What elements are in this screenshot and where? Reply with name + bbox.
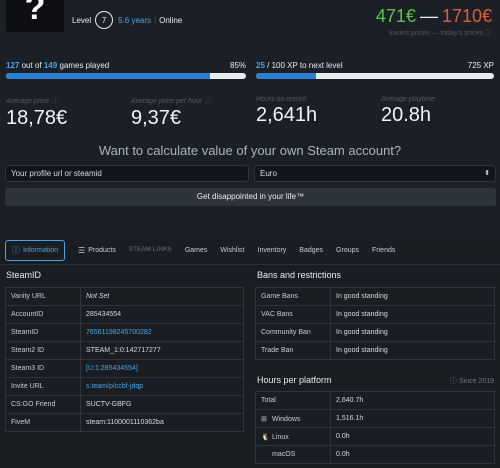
table-row: VAC Bans In good standing [255,305,495,324]
stat-hours-on-record: Hours on record 2,641h [256,96,318,126]
tab-badges[interactable]: Badges [299,247,323,254]
currency-select[interactable]: Euro ⬍ [254,165,496,182]
bans-table: Game Bans In good standing VAC Bans In goo… [255,287,495,360]
table-row: CS:GO Friend SUCTV-GBFG [5,395,244,414]
profile-url-input[interactable]: Your profile url or steamid [5,165,249,182]
info-icon[interactable]: ⓘ [51,98,58,105]
info-icon[interactable]: ⓘ [485,30,492,37]
tab-steam-links[interactable]: STEAM LINKS [129,247,172,253]
table-row: Game Bans In good standing [255,287,495,306]
platforms-table: Total 2,640.7h ⊞ Windows 1,516.1h 🐧 Linux 0.0… [255,391,495,464]
games-progress-bar [6,73,246,79]
xp-current: 25 [256,61,265,70]
tab-inventory[interactable]: Inventory [258,247,287,254]
linux-icon: 🐧 [261,433,270,441]
xp-progress-fill [256,73,316,79]
games-played-count: 127 [6,61,20,70]
invite-url-link[interactable]: s.team/p/ccbf-jdqp [80,377,244,396]
price-subtitle: lowest prices — today's prices ⓘ [389,30,492,37]
select-arrows-icon: ⬍ [484,170,490,177]
tab-products[interactable]: ☰ Products [78,246,116,255]
todays-price: 1710€ [441,6,492,26]
tab-groups[interactable]: Groups [336,247,359,254]
bans-heading: Bans and restrictions [257,270,342,280]
games-total-count: 149 [43,61,58,70]
table-row: Trade Ban In good standing [255,341,495,360]
table-row: 🐧 Linux 0.0h [255,427,495,446]
platforms-since: ⓘ Since 2019 [450,378,494,385]
steamid-link[interactable]: 76561198245700282 [80,323,244,342]
table-row: Community Ban In good standing [255,323,495,342]
xp-label: 25 / 100 XP to next level [256,61,343,70]
steamid-table: Vanity URL Not Set AccountID 285434554 Ste… [5,287,244,432]
table-row: AccountID 285434554 [5,305,244,324]
tab-friends[interactable]: Friends [372,247,395,254]
tab-games[interactable]: Games [185,247,208,254]
tab-divider [0,264,500,265]
level-label: Level [72,15,92,25]
calculator-heading: Want to calculate value of your own Stea… [98,143,402,158]
steam3id-link[interactable]: [U:1:285434554] [80,359,244,378]
games-played-label: 127 out of 149 games played [6,61,109,70]
stat-average-price: Average price ⓘ 18,78€ [6,98,68,129]
calculate-button[interactable]: Get disappointed in your life™ [5,188,496,206]
games-progress-fill [6,73,210,79]
table-row: Vanity URL Not Set [5,287,244,306]
games-percent: 85% [230,61,247,70]
xp-rest: / 100 XP to next level [267,61,343,70]
stat-price-per-hour: Average price per hour ⓘ 9,37€ [131,98,212,129]
table-row: Total 2,640.7h [255,391,495,410]
table-row: Steam2 ID STEAM_1:0:142717277 [5,341,244,360]
online-status: Online [159,15,183,25]
games-out-of-text: out of [21,61,42,70]
table-row: SteamID 76561198245700282 [5,323,244,342]
help-icon[interactable]: ⓘ [450,378,457,385]
table-row: Steam3 ID [U:1:285434554] [5,359,244,378]
divider: | [154,15,157,25]
xp-total: 725 XP [467,61,494,70]
table-row: ⊞ Windows 1,516.1h [255,409,495,428]
account-value: 471€ —1710€ [376,6,492,27]
list-icon: ☰ [78,245,86,255]
table-row: FiveM steam:1100001110362ba [5,413,244,432]
info-icon[interactable]: ⓘ [204,98,211,105]
windows-icon: ⊞ [261,415,267,423]
tab-information[interactable]: ⓘ Information [5,239,66,261]
games-played-suffix: games played [59,61,110,70]
info-icon: ⓘ [12,245,20,255]
tab-wishlist[interactable]: Wishlist [220,247,244,254]
table-row: macOS 0.0h [255,445,495,464]
avatar[interactable]: ? [6,0,64,32]
profile-tabs: ⓘ Information ☰ Products STEAM LINKS Games… [5,239,408,261]
account-age: 5.6 years [118,15,152,25]
table-row: Invite URL s.team/p/ccbf-jdqp [5,377,244,396]
lowest-price: 471€ [375,6,416,26]
xp-progress-bar [256,73,494,79]
steamid-heading: SteamID [6,270,42,280]
platforms-heading: Hours per platform [257,375,332,385]
price-dash: — [419,6,438,26]
stat-average-playtime: Average playtime 20.8h [381,96,435,126]
profile-meta: Level 7 5.6 years | Online [72,11,182,29]
level-badge: 7 [95,11,114,29]
